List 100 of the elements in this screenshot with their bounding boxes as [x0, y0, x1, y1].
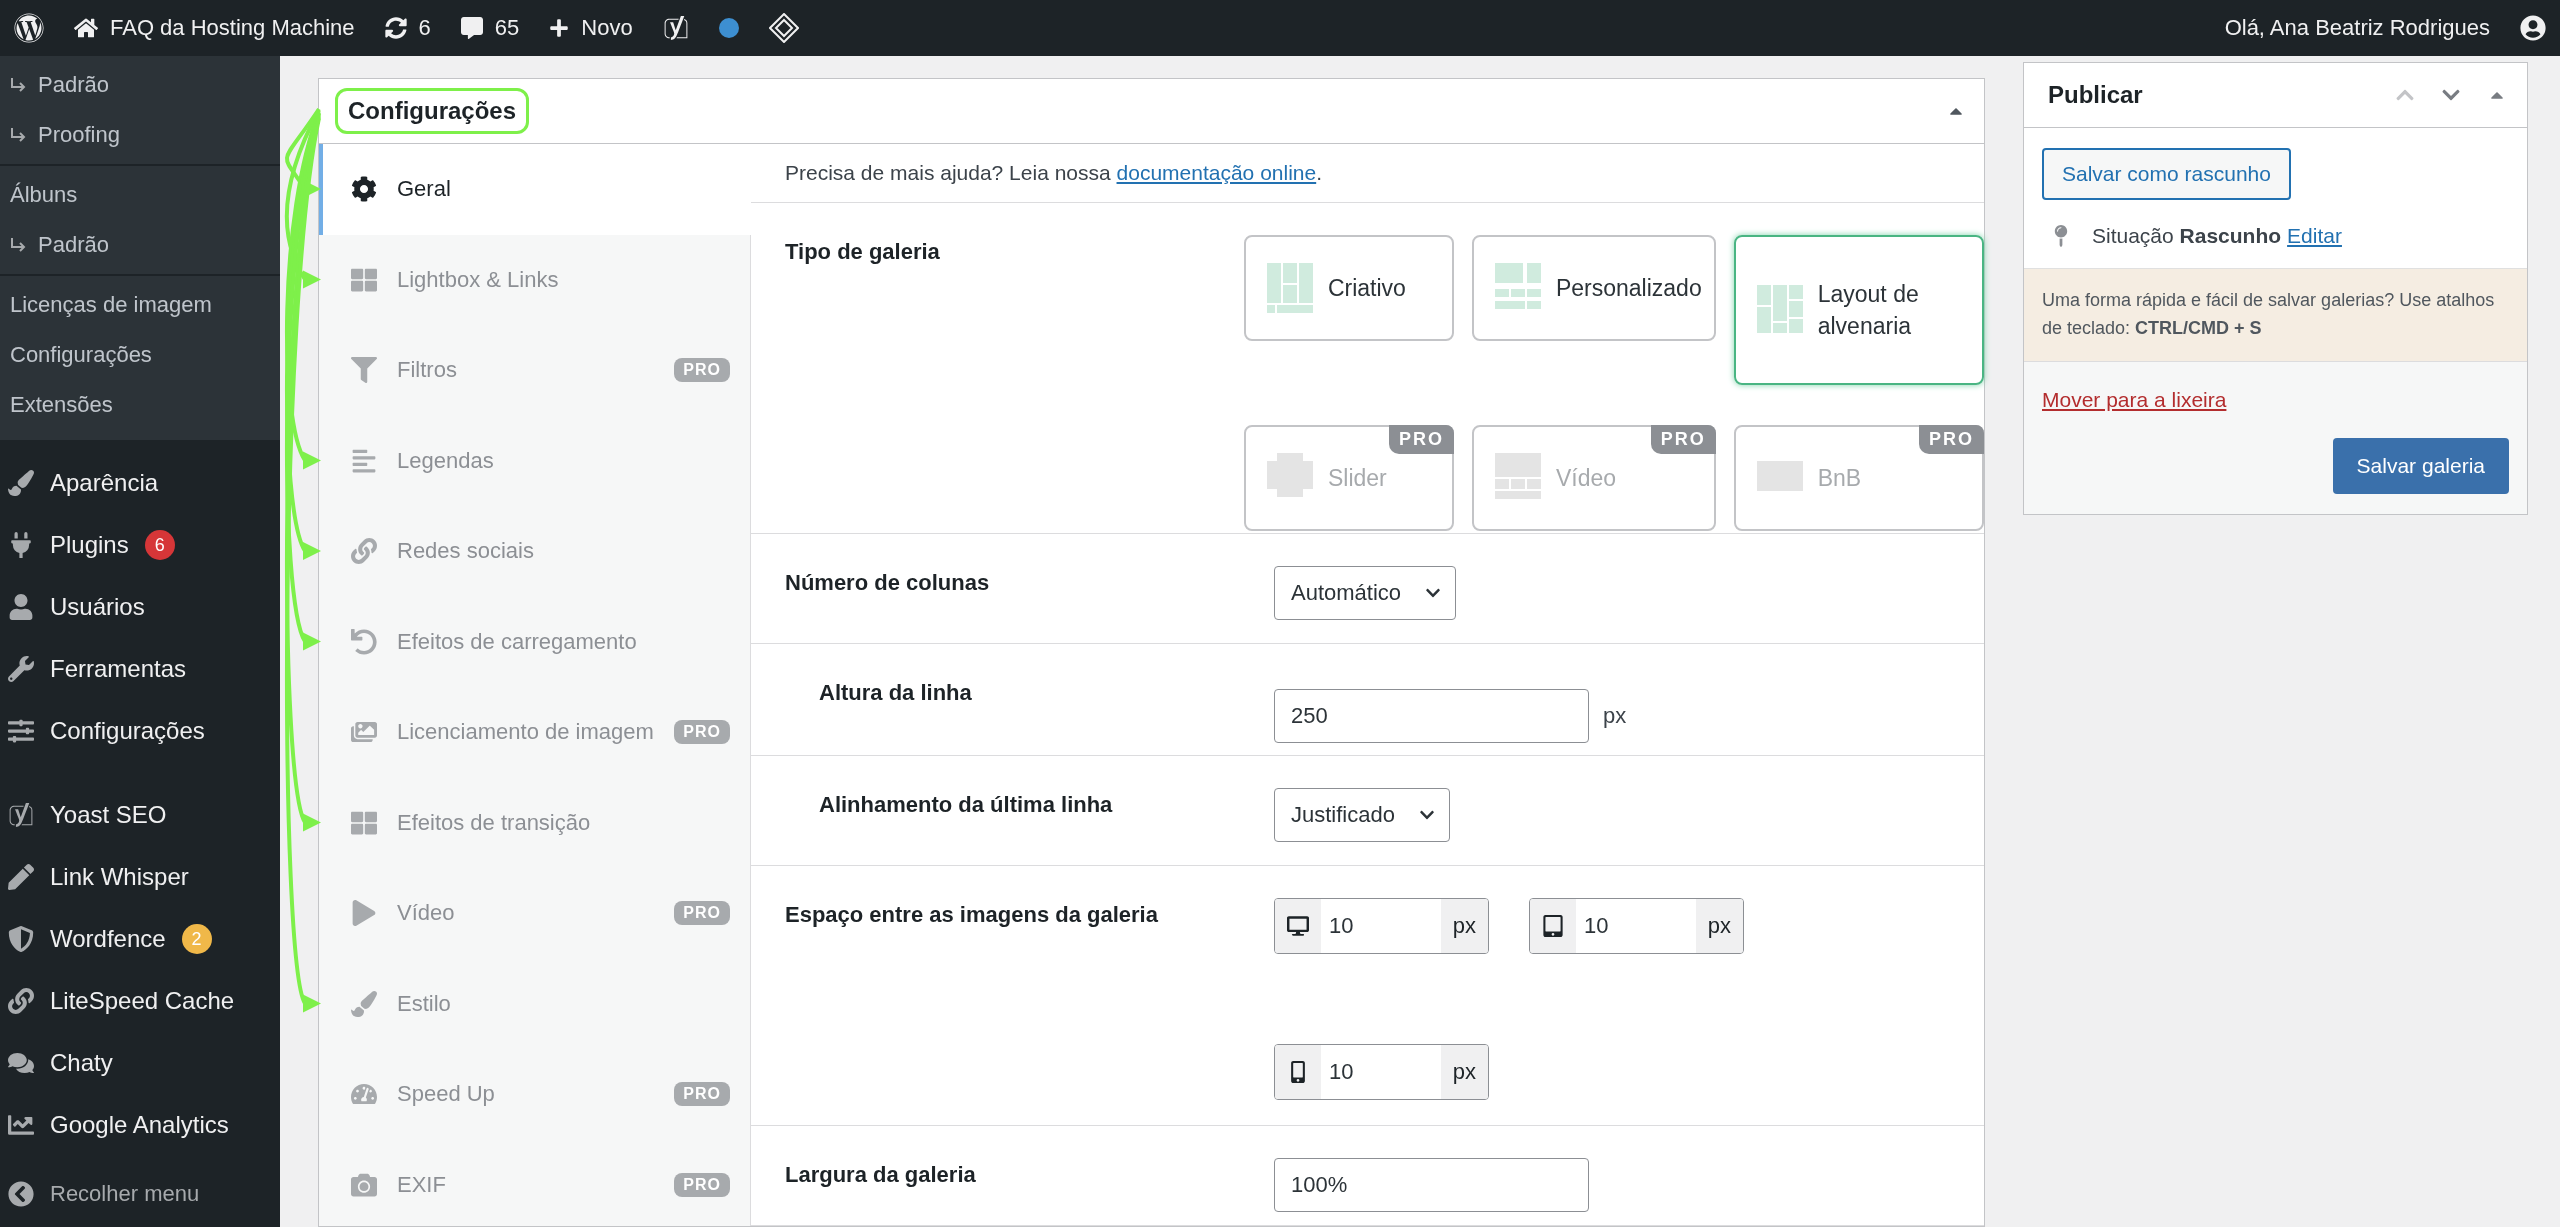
submenu-item[interactable]: Licenças de imagem — [0, 280, 280, 330]
submenu-item[interactable]: Álbuns — [0, 170, 280, 220]
comments-count[interactable]: 65 — [494, 15, 520, 41]
field-label: Largura da galeria — [785, 1161, 977, 1189]
pro-badge: PRO — [1919, 425, 1984, 454]
pro-badge: PRO — [1650, 425, 1716, 454]
chart-icon — [8, 1112, 34, 1138]
grid-icon — [351, 266, 377, 293]
diamond-icon[interactable] — [768, 13, 799, 43]
home-icon — [74, 16, 98, 40]
yoast-icon[interactable] — [662, 15, 689, 41]
undo-icon — [351, 628, 377, 655]
documentation-link[interactable]: documentação online — [1116, 161, 1317, 185]
update-icon — [384, 17, 407, 39]
menu-item[interactable]: Plugins 6 — [0, 514, 280, 576]
save-draft-button[interactable]: Salvar como rascunho — [2042, 148, 2291, 200]
menu-item[interactable]: Yoast SEO — [0, 784, 280, 846]
wrench-icon — [8, 656, 34, 682]
updates-count[interactable]: 6 — [418, 15, 431, 41]
menu-item[interactable]: LiteSpeed Cache — [0, 970, 280, 1032]
user-icon — [8, 594, 34, 620]
submenu-item[interactable]: Proofing — [0, 110, 280, 160]
unit-text: px — [1440, 1044, 1488, 1099]
unit-text: px — [1603, 702, 1627, 729]
pro-badge: PRO — [674, 901, 730, 926]
yoast-icon — [8, 802, 34, 828]
layout-icon — [1755, 285, 1804, 335]
sliders-icon — [8, 718, 34, 744]
brush-icon — [8, 470, 34, 496]
count-badge: 2 — [181, 924, 212, 954]
pro-badge: PRO — [674, 1082, 730, 1107]
count-badge: 6 — [144, 530, 175, 560]
play-icon — [351, 900, 377, 927]
status-text: Situação Rascunho — [2092, 224, 2282, 248]
row-height-input[interactable]: 250 — [1274, 688, 1589, 743]
desktop-icon — [1287, 915, 1309, 937]
help-text: Precisa de mais ajuda? Leia nossa documentação online. — [751, 144, 1984, 203]
submenu-item[interactable]: Padrão — [0, 220, 280, 270]
spacing-input[interactable]: 10 px — [1274, 1043, 1489, 1100]
panel-title: Configurações — [335, 88, 530, 134]
menu-item[interactable]: Usuários — [0, 576, 280, 638]
site-name-link[interactable]: FAQ da Hosting Machine — [110, 15, 355, 41]
field-label: Espaço entre as imagens da galeria — [785, 901, 1159, 929]
avatar-icon[interactable] — [2520, 15, 2546, 41]
filter-icon — [351, 357, 377, 384]
camera-icon — [351, 1171, 377, 1198]
brush-icon — [351, 990, 377, 1017]
menu-item[interactable]: Google Analytics — [0, 1094, 280, 1156]
link-icon — [8, 988, 34, 1014]
menu-item[interactable]: Link Whisper — [0, 846, 280, 908]
edit-link[interactable]: Editar — [2287, 224, 2342, 248]
alignment-select[interactable]: Justificado — [1274, 788, 1450, 842]
wordpress-icon[interactable] — [14, 13, 44, 43]
child-arrow-icon — [10, 237, 28, 253]
pro-badge: PRO — [1388, 425, 1454, 454]
menu-item[interactable]: Wordfence 2 — [0, 908, 280, 970]
greeting-text[interactable]: Olá, Ana Beatriz Rodrigues — [2224, 15, 2490, 41]
collapse-menu-button[interactable]: Recolher menu — [0, 1166, 280, 1222]
spacing-input[interactable]: 10 px — [1274, 898, 1489, 954]
pen-icon — [8, 864, 34, 890]
new-link[interactable]: Novo — [581, 15, 633, 41]
menu-item[interactable]: Chaty — [0, 1032, 280, 1094]
submenu-item[interactable]: Extensões — [0, 380, 280, 430]
submenu-item[interactable]: Configurações — [0, 330, 280, 380]
layout-icon — [1265, 263, 1314, 313]
menu-item[interactable]: Ferramentas — [0, 638, 280, 700]
plus-icon — [549, 18, 570, 38]
spacing-input[interactable]: 10 px — [1529, 898, 1744, 954]
gallery-type-option[interactable]: Personalizado — [1471, 235, 1716, 341]
menu-item[interactable]: Aparência — [0, 452, 280, 514]
field-label: Tipo de galeria — [785, 238, 941, 266]
field-label: Altura da linha — [819, 679, 973, 707]
child-arrow-icon — [10, 127, 28, 143]
pro-badge: PRO — [674, 1172, 730, 1197]
lines-icon — [351, 447, 377, 474]
comment-icon — [460, 17, 483, 39]
field-label: Alinhamento da última linha — [819, 791, 1114, 819]
settings-icon — [351, 176, 377, 203]
collapse-icon — [8, 1181, 34, 1207]
settings-tab[interactable]: Geral — [319, 144, 751, 235]
trash-link[interactable]: Mover para a lixeira — [2042, 387, 2227, 412]
menu-item[interactable]: Configurações — [0, 700, 280, 762]
gallery-type-option[interactable]: Criativo — [1243, 235, 1454, 341]
gallery-type-option[interactable]: Layout de alvenaria — [1733, 235, 1984, 385]
width-input[interactable]: 100% — [1274, 1158, 1589, 1212]
pro-badge: PRO — [674, 358, 730, 383]
chat-icon — [8, 1050, 34, 1076]
box-title: Publicar — [2048, 81, 2143, 109]
columns-select[interactable]: Automático — [1274, 566, 1457, 620]
child-arrow-icon — [10, 77, 28, 93]
shortcut-note: Uma forma rápida e fácil de salvar galerias? Use atalhos de teclado: CTRL/CMD + S — [2024, 268, 2527, 362]
unit-text: px — [1695, 899, 1743, 953]
unit-text: px — [1440, 899, 1488, 953]
pro-badge: PRO — [674, 720, 730, 745]
save-gallery-button[interactable]: Salvar galeria — [2332, 437, 2509, 494]
submenu-item[interactable]: Padrão — [0, 60, 280, 110]
grid-icon — [351, 809, 377, 836]
status-dot-icon — [718, 18, 739, 38]
shield-icon — [8, 926, 34, 952]
link-icon — [351, 538, 377, 565]
